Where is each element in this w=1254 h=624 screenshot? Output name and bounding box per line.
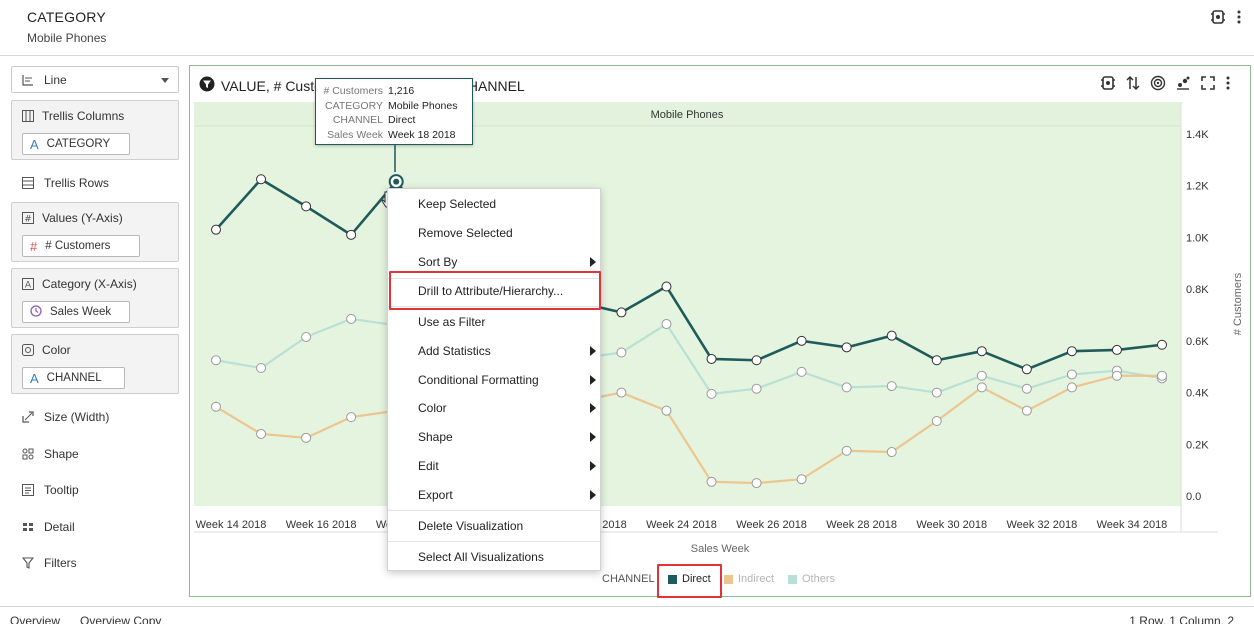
layout-info: 1 Row, 1 Column, 2 bbox=[1129, 614, 1234, 624]
submenu-arrow-icon bbox=[590, 490, 596, 500]
submenu-arrow-icon bbox=[590, 461, 596, 471]
canvas-tabs: Overview Overview Copy bbox=[10, 614, 161, 624]
menu-item-delete-visualization[interactable]: Delete Visualization bbox=[388, 513, 600, 539]
menu-item-use-as-filter[interactable]: Use as Filter bbox=[388, 309, 600, 335]
legend-swatch-others bbox=[788, 574, 797, 584]
legend-title: CHANNEL bbox=[602, 573, 655, 585]
menu-item-edit[interactable]: Edit bbox=[388, 453, 600, 479]
app-root: CATEGORY Mobile Phones Line Trellis Colu… bbox=[0, 0, 1254, 624]
menu-item-select-all-visualizations[interactable]: Select All Visualizations bbox=[388, 544, 600, 570]
menu-item-add-statistics[interactable]: Add Statistics bbox=[388, 338, 600, 364]
tab-overview-copy[interactable]: Overview Copy bbox=[80, 614, 161, 624]
menu-item-keep-selected[interactable]: Keep Selected bbox=[388, 191, 600, 217]
submenu-arrow-icon bbox=[590, 375, 596, 385]
submenu-arrow-icon bbox=[590, 257, 596, 267]
highlight-legend-direct bbox=[657, 564, 722, 598]
footer-divider bbox=[0, 606, 1254, 607]
legend-swatch-indirect bbox=[724, 574, 733, 584]
submenu-arrow-icon bbox=[590, 403, 596, 413]
submenu-arrow-icon bbox=[590, 432, 596, 442]
legend-item-indirect[interactable]: Indirect bbox=[724, 573, 774, 585]
menu-item-remove-selected[interactable]: Remove Selected bbox=[388, 220, 600, 246]
menu-divider bbox=[388, 541, 600, 542]
menu-item-shape[interactable]: Shape bbox=[388, 424, 600, 450]
menu-item-color[interactable]: Color bbox=[388, 395, 600, 421]
menu-item-conditional-formatting[interactable]: Conditional Formatting bbox=[388, 367, 600, 393]
tooltip-connector-layer bbox=[381, 145, 396, 208]
menu-item-export[interactable]: Export bbox=[388, 482, 600, 508]
context-menu: Keep Selected Remove Selected Sort By Dr… bbox=[387, 188, 601, 571]
menu-divider bbox=[388, 510, 600, 511]
legend-item-others[interactable]: Others bbox=[788, 573, 835, 585]
highlight-drill-item bbox=[389, 271, 601, 310]
tab-overview[interactable]: Overview bbox=[10, 614, 60, 624]
submenu-arrow-icon bbox=[590, 346, 596, 356]
